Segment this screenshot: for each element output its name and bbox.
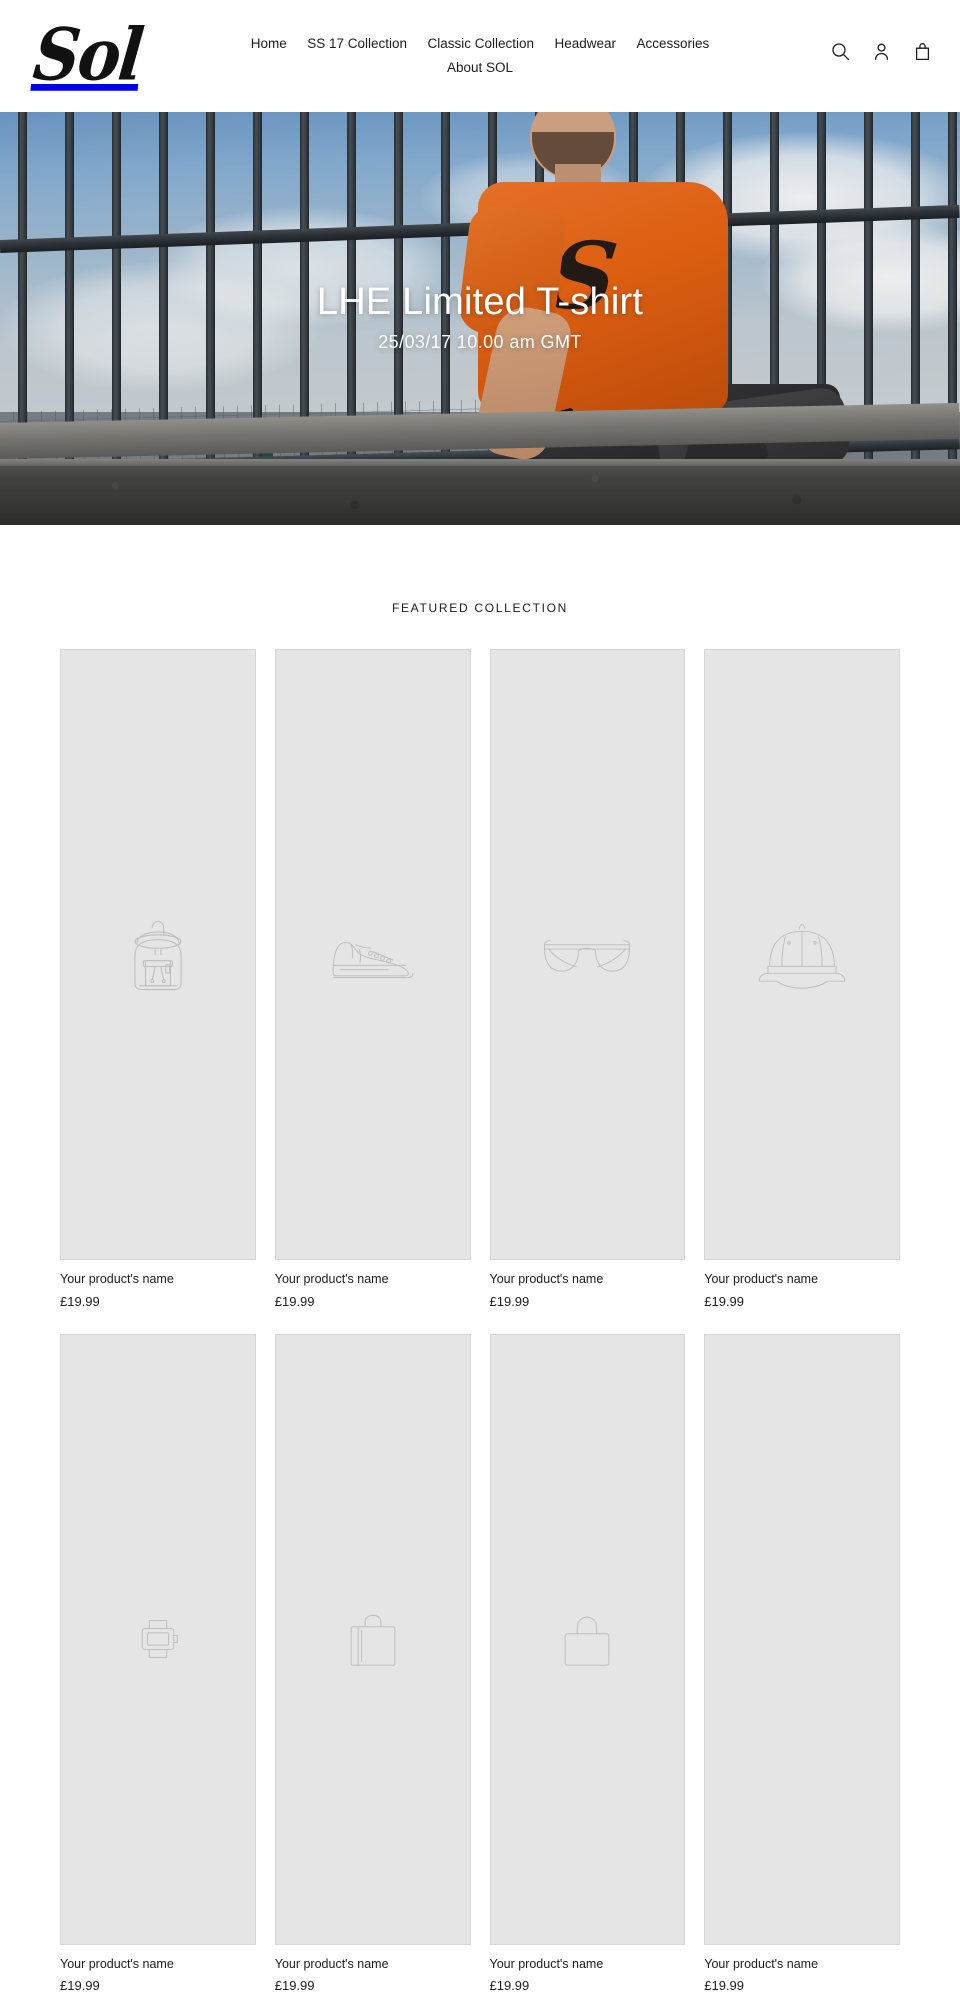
site-header: Sol Home SS 17 Collection Classic Collec… [0, 0, 960, 112]
product-image-placeholder[interactable] [274, 1333, 471, 1945]
product-card[interactable]: Your product's name £19.99 [704, 649, 900, 1311]
header-icon-group [831, 42, 932, 61]
nav-item-ss17-collection[interactable]: SS 17 Collection [307, 34, 407, 53]
handbag-icon [565, 1616, 610, 1666]
hero-title: LHE Limited T-shirt [316, 281, 644, 323]
product-image-placeholder[interactable] [489, 1333, 686, 1945]
product-name: Your product's name [489, 1272, 604, 1286]
blank-icon [802, 1639, 803, 1640]
product-card[interactable]: Your product's name £19.99 [489, 649, 686, 1311]
product-image-placeholder[interactable] [489, 649, 686, 1260]
main-navigation: Home SS 17 Collection Classic Collection… [0, 34, 960, 82]
hero-text-block: LHE Limited T-shirt 25/03/17 10.00 am GM… [0, 280, 960, 355]
account-icon[interactable] [872, 42, 891, 61]
product-price: £19.99 [60, 1978, 100, 1994]
sneaker-icon [332, 941, 413, 978]
nav-item-headwear[interactable]: Headwear [554, 34, 616, 53]
featured-collection-section: FEATURED COLLECTION Your product's name … [0, 525, 960, 1995]
product-name: Your product's name [704, 1956, 819, 1971]
product-name: Your product's name [274, 1272, 389, 1286]
product-image-placeholder[interactable] [704, 1333, 900, 1945]
product-grid-row-1: Your product's name £19.99 Your product'… [0, 649, 960, 1311]
product-name: Your product's name [60, 1272, 174, 1286]
product-image-placeholder[interactable] [274, 649, 471, 1260]
product-price: £19.99 [489, 1978, 530, 1994]
product-card[interactable]: Your product's name £19.99 [274, 649, 471, 1311]
product-grid-row-2: Your product's name £19.99 Your product'… [0, 1333, 960, 1995]
product-card[interactable]: Your product's name £19.99 [489, 1333, 686, 1995]
backpack-icon [134, 920, 182, 990]
product-name: Your product's name [60, 1956, 174, 1971]
product-card[interactable]: Your product's name £19.99 [60, 1333, 256, 1995]
product-image-placeholder[interactable] [60, 1333, 256, 1945]
search-icon[interactable] [831, 42, 850, 61]
watch-icon [141, 1620, 178, 1659]
product-price: £19.99 [60, 1293, 100, 1309]
nav-item-home[interactable]: Home [251, 34, 287, 53]
nav-item-accessories[interactable]: Accessories [636, 34, 709, 53]
hero-banner[interactable]: S LHE Limited T-shirt 25/03/17 10.00 am … [0, 112, 960, 525]
product-price: £19.99 [274, 1293, 315, 1309]
cap-icon [758, 923, 846, 989]
section-title: FEATURED COLLECTION [391, 601, 569, 615]
product-image-placeholder[interactable] [60, 649, 256, 1260]
product-name: Your product's name [274, 1956, 389, 1971]
product-price: £19.99 [704, 1978, 745, 1994]
product-name: Your product's name [704, 1272, 819, 1286]
product-price: £19.99 [274, 1978, 315, 1994]
nav-item-about-sol[interactable]: About SOL [447, 58, 513, 77]
glasses-icon [544, 939, 631, 972]
product-name: Your product's name [489, 1956, 604, 1971]
product-price: £19.99 [489, 1293, 530, 1309]
product-card[interactable]: Your product's name £19.99 [274, 1333, 471, 1995]
nav-item-classic-collection[interactable]: Classic Collection [427, 34, 534, 53]
product-card[interactable]: Your product's name £19.99 [60, 649, 256, 1311]
hero-subtitle: 25/03/17 10.00 am GMT [378, 331, 582, 352]
product-price: £19.99 [704, 1293, 745, 1309]
bag-icon [350, 1615, 395, 1666]
cart-icon[interactable] [913, 42, 932, 61]
page-root: Sol Home SS 17 Collection Classic Collec… [0, 0, 960, 1995]
product-card[interactable]: Your product's name £19.99 [704, 1333, 900, 1995]
product-image-placeholder[interactable] [704, 649, 900, 1260]
